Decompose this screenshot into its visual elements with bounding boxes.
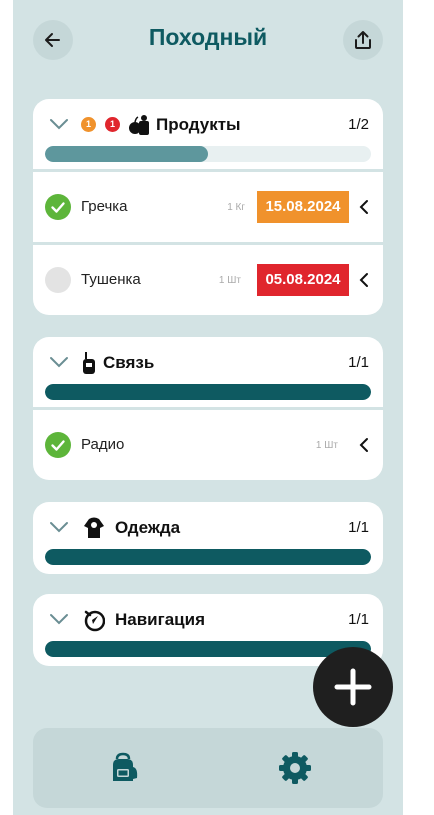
compass-icon	[84, 610, 105, 632]
list-item[interactable]: Радио 1 Шт	[33, 407, 383, 480]
checkbox-checked[interactable]	[45, 432, 71, 458]
progress-bar	[45, 641, 371, 657]
backpack-icon	[113, 752, 138, 781]
category-count: 1/1	[348, 519, 369, 536]
item-name: Гречка	[81, 198, 128, 215]
category-card-clothing: Одежда 1/1	[33, 502, 383, 574]
category-count: 1/1	[348, 354, 369, 371]
item-quantity: 1 Шт	[218, 275, 241, 286]
category-title: Связь	[103, 353, 155, 372]
chevron-down-icon[interactable]	[49, 520, 69, 534]
header: Походный	[13, 0, 403, 82]
chevron-down-icon[interactable]	[49, 355, 69, 369]
progress-fill	[45, 146, 208, 162]
category-card-products: 1 1 Продукты 1/2 Гречка 1 Кг 15.08.2024 …	[33, 99, 383, 315]
category-title: Одежда	[115, 518, 181, 537]
check-icon	[51, 440, 65, 451]
expiry-date-badge: 05.08.2024	[257, 264, 349, 296]
chevron-left-icon[interactable]	[358, 272, 370, 288]
progress-fill	[45, 641, 371, 657]
progress-fill	[45, 549, 371, 565]
item-name: Тушенка	[81, 271, 141, 288]
list-item[interactable]: Тушенка 1 Шт 05.08.2024	[33, 242, 383, 315]
shirt-icon	[84, 517, 104, 538]
category-header[interactable]: 1 1 Продукты 1/2	[33, 99, 383, 169]
progress-fill	[45, 384, 371, 400]
item-name: Радио	[81, 436, 125, 453]
category-card-communication: Связь 1/1 Радио 1 Шт	[33, 337, 383, 480]
nav-backpack-button[interactable]	[103, 748, 143, 788]
chevron-down-icon[interactable]	[49, 117, 69, 131]
expired-badge: 1	[105, 117, 120, 132]
app-screen: Походный 1 1 Продукты 1/2 Гречка 1 Кг 15…	[13, 0, 403, 815]
category-count: 1/2	[348, 116, 369, 133]
category-title: Навигация	[115, 610, 205, 629]
check-icon	[51, 202, 65, 213]
bottom-nav	[33, 728, 383, 808]
chevron-left-icon[interactable]	[358, 199, 370, 215]
category-title: Продукты	[156, 115, 241, 134]
share-button[interactable]	[343, 20, 383, 60]
progress-bar	[45, 549, 371, 565]
share-icon	[355, 31, 371, 49]
warning-badge: 1	[81, 117, 96, 132]
gear-icon	[279, 752, 311, 784]
category-count: 1/1	[348, 611, 369, 628]
category-header[interactable]: Одежда 1/1	[33, 502, 383, 574]
item-quantity: 1 Кг	[227, 202, 245, 213]
checkbox-checked[interactable]	[45, 194, 71, 220]
progress-bar	[45, 384, 371, 400]
category-header[interactable]: Связь 1/1	[33, 337, 383, 407]
chevron-down-icon[interactable]	[49, 612, 69, 626]
apple-bag-icon	[129, 115, 149, 135]
expiry-date-badge: 15.08.2024	[257, 191, 349, 223]
progress-bar	[45, 146, 371, 162]
walkie-talkie-icon	[83, 352, 95, 374]
list-item[interactable]: Гречка 1 Кг 15.08.2024	[33, 169, 383, 242]
chevron-left-icon[interactable]	[358, 437, 370, 453]
checkbox-unchecked[interactable]	[45, 267, 71, 293]
nav-settings-button[interactable]	[275, 748, 315, 788]
add-button[interactable]	[313, 647, 393, 727]
item-quantity: 1 Шт	[315, 440, 338, 451]
plus-icon	[334, 668, 372, 706]
